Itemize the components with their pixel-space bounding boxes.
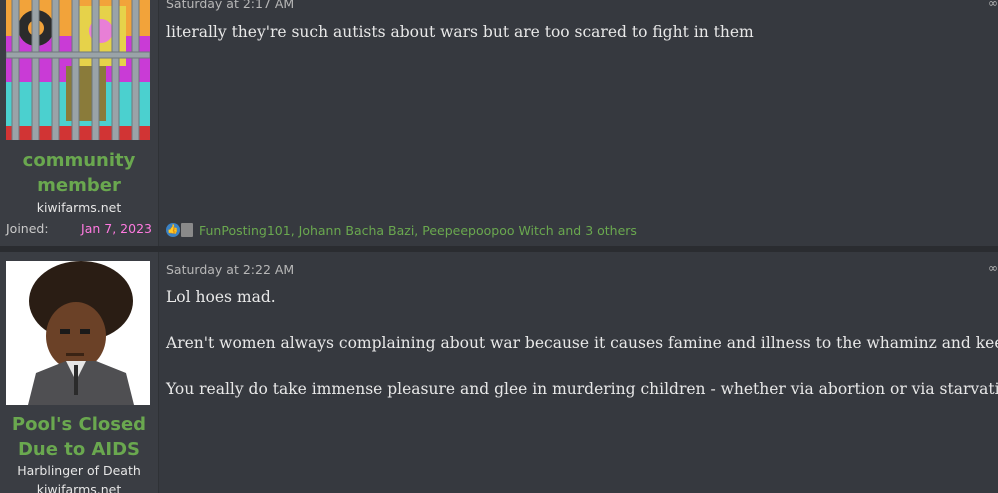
post-date[interactable]: Saturday at 2:17 AM: [166, 0, 294, 11]
post-paragraph: You really do take immense pleasure and …: [166, 380, 998, 398]
post-paragraph: Lol hoes mad.: [166, 288, 276, 306]
user-title: kiwifarms.net: [36, 200, 122, 215]
share-icon[interactable]: ∞: [988, 0, 998, 10]
post-main: Saturday at 2:22 AM ∞ Lol hoes mad. Aren…: [166, 252, 998, 493]
post-date[interactable]: Saturday at 2:22 AM: [166, 262, 294, 277]
reactions-bar[interactable]: 👍 FunPosting101, Johann Bacha Bazi, Peep…: [166, 220, 637, 240]
post-main: Saturday at 2:17 AM ∞ literally they're …: [166, 0, 998, 246]
joined-date: Jan 7, 2023: [81, 221, 152, 236]
user-name-line-2[interactable]: member: [0, 173, 158, 198]
reactions-text[interactable]: FunPosting101, Johann Bacha Bazi, Peepee…: [199, 223, 637, 238]
avatar[interactable]: [6, 0, 150, 140]
user-name[interactable]: Pool's Closed Due to AIDS: [0, 412, 158, 462]
user-cell: community member kiwifarms.net Joined: J…: [0, 0, 159, 246]
share-icon[interactable]: ∞: [988, 261, 998, 275]
user-name[interactable]: community member: [0, 148, 158, 198]
like-icon: 👍: [166, 223, 180, 237]
meme-icon: [181, 223, 193, 237]
post: community member kiwifarms.net Joined: J…: [0, 0, 998, 246]
user-name-line-2[interactable]: Due to AIDS: [0, 437, 158, 462]
post-paragraph: Aren't women always complaining about wa…: [166, 334, 998, 352]
thread: community member kiwifarms.net Joined: J…: [0, 0, 998, 493]
user-title: Harblinger of Death: [17, 463, 141, 478]
post: Pool's Closed Due to AIDS Harblinger of …: [0, 252, 998, 493]
post-paragraph: literally they're such autists about war…: [166, 23, 754, 41]
user-name-line-1[interactable]: community: [0, 148, 158, 173]
post-body: literally they're such autists about war…: [166, 21, 978, 67]
joined-label: Joined:: [6, 221, 49, 236]
user-cell: Pool's Closed Due to AIDS Harblinger of …: [0, 252, 159, 493]
post-body: Lol hoes mad. Aren't women always compla…: [166, 286, 998, 424]
user-name-line-1[interactable]: Pool's Closed: [0, 412, 158, 437]
avatar[interactable]: [6, 261, 150, 405]
user-site: kiwifarms.net: [36, 482, 122, 493]
